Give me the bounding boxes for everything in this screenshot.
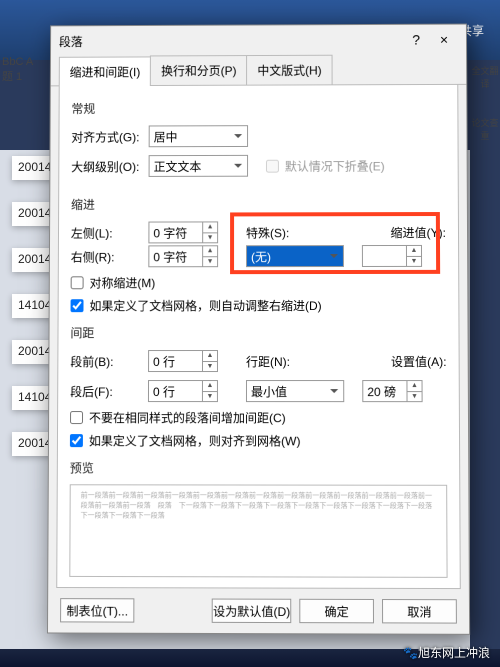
before-label: 段前(B): (70, 353, 142, 370)
mirror-indent-checkbox[interactable]: 对称缩进(M) (71, 274, 447, 291)
setat-label: 设置值(A): (391, 352, 447, 369)
nosame-input[interactable] (70, 411, 83, 424)
linespacing-combo[interactable]: 最小值 (246, 380, 344, 402)
style-sample: BbC A (2, 56, 48, 68)
ok-button[interactable]: 确定 (299, 599, 374, 624)
auto-adjust-checkbox[interactable]: 如果定义了文档网格，则自动调整右缩进(D) (71, 297, 447, 314)
papercheck-button[interactable]: 论文查重 (471, 116, 499, 156)
spin-up-icon[interactable]: ▲ (406, 381, 421, 392)
spin-up-icon[interactable]: ▲ (202, 246, 217, 256)
tabs-button[interactable]: 制表位(T)... (60, 598, 134, 622)
indent-left-label: 左侧(L): (71, 224, 143, 241)
section-general: 常规 (71, 99, 445, 117)
setat-spinner[interactable]: 20 磅 ▲▼ (362, 380, 422, 402)
mirror-input[interactable] (71, 276, 84, 289)
dialog-title: 段落 (59, 31, 402, 49)
style-label: 题 1 (2, 68, 48, 84)
spin-down-icon[interactable]: ▼ (406, 392, 421, 402)
close-button[interactable]: × (430, 32, 458, 48)
special-combo[interactable]: (无) (246, 245, 344, 267)
tab-asian[interactable]: 中文版式(H) (246, 55, 332, 85)
alignment-label: 对齐方式(G): (71, 128, 142, 145)
right-toolbar: 全文翻译 论文查重 (470, 50, 500, 450)
help-button[interactable]: ? (402, 32, 430, 48)
autogrid-input[interactable] (71, 299, 84, 312)
dialog-buttons: 制表位(T)... 设为默认值(D) 确定 取消 (48, 588, 469, 634)
after-spinner[interactable]: 0 行 ▲▼ (148, 380, 218, 402)
cancel-button[interactable]: 取消 (382, 599, 457, 624)
collapse-input (266, 159, 279, 172)
dialog-panel: 常规 对齐方式(G): 居中 大纲级别(O): 正文文本 默认情况下折叠(E) … (56, 85, 461, 589)
snapgrid-checkbox[interactable]: 如果定义了文档网格，则对齐到网格(W) (70, 432, 447, 449)
spin-up-icon[interactable]: ▲ (202, 351, 217, 362)
alignment-combo[interactable]: 居中 (149, 125, 248, 147)
indentval-spinner[interactable]: ▲▼ (362, 245, 422, 267)
indentval-label: 缩进值(Y): (391, 223, 446, 240)
nosame-checkbox[interactable]: 不要在相同样式的段落间增加间距(C) (70, 409, 447, 426)
preview-box: 前一段落前一段落前一段落前一段落前一段落前一段落前一段落前一段落前一段落前一段落… (69, 484, 447, 578)
translate-button[interactable]: 全文翻译 (471, 64, 499, 104)
tab-line-page[interactable]: 换行和分页(P) (150, 55, 247, 85)
paragraph-dialog: 段落 ? × 缩进和间距(I) 换行和分页(P) 中文版式(H) 常规 对齐方式… (47, 24, 470, 635)
after-label: 段后(F): (70, 383, 142, 400)
indent-right-label: 右侧(R): (71, 248, 143, 265)
spin-down-icon[interactable]: ▼ (406, 256, 421, 266)
spin-down-icon[interactable]: ▼ (202, 362, 217, 372)
section-spacing: 间距 (70, 324, 446, 341)
indent-right-spinner[interactable]: 0 字符 ▲▼ (148, 245, 218, 267)
before-spinner[interactable]: 0 行 ▲▼ (148, 350, 218, 372)
section-indent: 缩进 (71, 195, 446, 213)
tab-indent-spacing[interactable]: 缩进和间距(I) (59, 56, 151, 86)
indent-left-spinner[interactable]: 0 字符 ▲▼ (148, 221, 218, 243)
dialog-titlebar: 段落 ? × (51, 25, 466, 56)
dialog-tabs: 缩进和间距(I) 换行和分页(P) 中文版式(H) (51, 54, 466, 86)
spin-down-icon[interactable]: ▼ (202, 233, 217, 242)
spin-down-icon[interactable]: ▼ (202, 257, 217, 266)
style-preview: BbC A 题 1 (0, 50, 50, 90)
watermark: 🐾旭东网上冲浪 (403, 644, 490, 661)
section-preview: 预览 (70, 459, 447, 477)
linespacing-label: 行距(N): (246, 352, 318, 369)
default-button[interactable]: 设为默认值(D) (212, 599, 291, 624)
spin-up-icon[interactable]: ▲ (202, 222, 217, 232)
snapgrid-input[interactable] (70, 434, 83, 447)
spin-down-icon[interactable]: ▼ (202, 392, 217, 402)
outline-label: 大纲级别(O): (71, 158, 142, 175)
collapse-checkbox[interactable]: 默认情况下折叠(E) (266, 157, 385, 174)
special-label: 特殊(S): (246, 224, 318, 241)
spin-up-icon[interactable]: ▲ (406, 246, 421, 256)
spin-up-icon[interactable]: ▲ (202, 381, 217, 392)
outline-combo[interactable]: 正文文本 (149, 155, 248, 177)
